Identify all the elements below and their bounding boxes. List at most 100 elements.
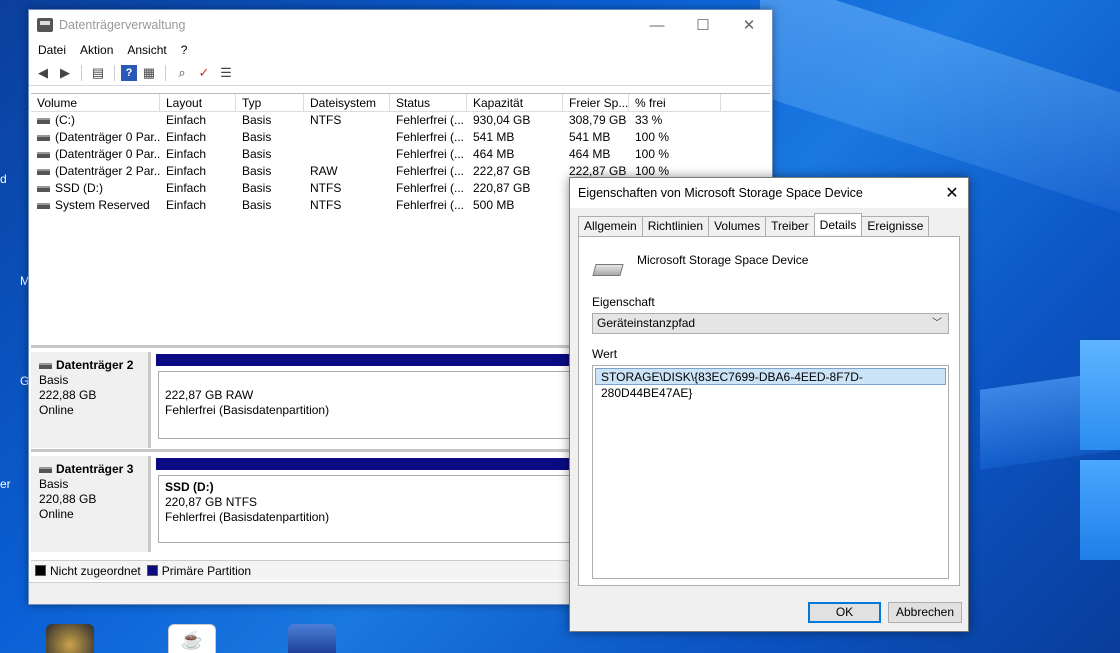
cell-dateisystem: NTFS [310, 198, 342, 212]
details-panel: Microsoft Storage Space Device Eigenscha… [578, 236, 960, 586]
cell-volume: System Reserved [31, 197, 160, 214]
cell-freier-speicher: 308,79 GB [569, 113, 627, 127]
desktop-icon-label-fragment[interactable]: d [0, 172, 7, 186]
tab-details[interactable]: Details [813, 213, 863, 235]
device-properties-dialog: Eigenschaften von Microsoft Storage Spac… [569, 177, 969, 632]
value-list[interactable]: STORAGE\DISK\{83EC7699-DBA6-4EED-8F7D-28… [592, 365, 949, 579]
forward-icon[interactable]: ▶ [55, 63, 75, 83]
table-row[interactable]: (Datenträger 0 Par... Einfach Basis Fehl… [31, 129, 770, 146]
wallpaper-light-beam [980, 370, 1120, 470]
drive-icon [37, 134, 50, 141]
cell-prozent-frei: 33 % [635, 113, 663, 127]
menu-help[interactable]: ? [174, 43, 195, 57]
cell-dateisystem: RAW [310, 164, 338, 178]
cell-layout: Einfach [166, 198, 207, 212]
column-header-prozent-frei[interactable]: % frei [629, 94, 721, 111]
disk-management-icon [37, 18, 53, 32]
menu-bar: Datei Aktion Ansicht ? [29, 40, 772, 60]
legend-swatch-unallocated [35, 565, 46, 576]
disk-type: Basis [39, 477, 69, 491]
close-button[interactable]: ✕ [726, 10, 772, 40]
disk-label[interactable]: Datenträger 2 Basis 222,88 GB Online [31, 352, 151, 448]
dialog-title: Eigenschaften von Microsoft Storage Spac… [578, 186, 863, 200]
column-header-typ[interactable]: Typ [236, 94, 304, 111]
cell-typ: Basis [242, 147, 272, 161]
column-header-status[interactable]: Status [390, 94, 467, 111]
column-header-layout[interactable]: Layout [160, 94, 236, 111]
property-selected-value: Geräteinstanzpfad [597, 316, 696, 330]
drive-icon [37, 202, 50, 209]
search-tool-icon[interactable] [288, 624, 336, 653]
connect-icon[interactable]: ⌕ [172, 63, 192, 83]
cell-typ: Basis [242, 113, 272, 127]
cell-volume: SSD (D:) [31, 180, 160, 197]
table-row[interactable]: (Datenträger 0 Par... Einfach Basis Fehl… [31, 146, 770, 163]
menu-datei[interactable]: Datei [31, 43, 73, 57]
disk-state: Online [39, 403, 74, 417]
league-of-legends-icon[interactable] [46, 624, 94, 653]
cancel-button[interactable]: Abbrechen [888, 602, 962, 623]
tab-richtlinien[interactable]: Richtlinien [641, 216, 710, 236]
disk-icon [39, 466, 52, 473]
help-icon[interactable]: ? [121, 64, 137, 81]
tab-volumes[interactable]: Volumes [708, 216, 767, 236]
cell-volume: (Datenträger 2 Par... [31, 163, 160, 180]
check-icon[interactable]: ✓ [194, 63, 214, 83]
cell-dateisystem [304, 129, 390, 146]
drive-icon [37, 168, 50, 175]
cell-layout: Einfach [166, 181, 207, 195]
desktop-icon-label-fragment[interactable]: er [0, 477, 11, 491]
list-icon[interactable]: ☰ [216, 63, 236, 83]
console-tree-icon[interactable]: ▤ [88, 63, 108, 83]
drive-icon [37, 185, 50, 192]
cell-freier-speicher: 464 MB [569, 147, 611, 161]
menu-aktion[interactable]: Aktion [73, 43, 120, 57]
cell-status: Fehlerfrei (... [396, 113, 465, 127]
minimize-button[interactable]: — [634, 10, 680, 40]
cell-volume: (Datenträger 0 Par... [31, 129, 160, 146]
cell-dateisystem: NTFS [310, 181, 342, 195]
tab-treiber[interactable]: Treiber [765, 216, 815, 236]
menu-ansicht[interactable]: Ansicht [120, 43, 173, 57]
cell-layout: Einfach [166, 130, 207, 144]
device-name: Microsoft Storage Space Device [637, 253, 809, 267]
legend-swatch-primary [146, 565, 158, 576]
legend-unallocated: Nicht zugeordnet [50, 563, 141, 578]
property-label: Eigenschaft [592, 295, 655, 309]
column-header-freier-speicher[interactable]: Freier Sp... [563, 94, 629, 111]
tab-allgemein[interactable]: Allgemein [578, 216, 643, 236]
property-dropdown[interactable]: Geräteinstanzpfad ﹀ [592, 313, 949, 334]
disk-type: Basis [39, 373, 69, 387]
back-icon[interactable]: ◀ [33, 63, 53, 83]
cell-kapazitaet: 220,87 GB [473, 181, 531, 195]
column-header-volume[interactable]: Volume [31, 94, 160, 111]
toolbar-separator [165, 64, 166, 81]
ok-button[interactable]: OK [808, 602, 881, 623]
tab-ereignisse[interactable]: Ereignisse [861, 216, 930, 236]
cell-layout: Einfach [166, 164, 207, 178]
column-header-kapazitaet[interactable]: Kapazität [467, 94, 563, 111]
value-list-item[interactable]: STORAGE\DISK\{83EC7699-DBA6-4EED-8F7D-28… [595, 368, 946, 400]
legend-primary: Primäre Partition [161, 563, 252, 578]
cell-typ: Basis [242, 130, 272, 144]
disk-state: Online [39, 507, 74, 521]
cell-prozent-frei: 100 % [635, 147, 670, 161]
cell-kapazitaet: 930,04 GB [473, 113, 531, 127]
table-row[interactable]: (C:) Einfach Basis NTFS Fehlerfrei (... … [31, 112, 770, 129]
title-bar: Datenträgerverwaltung — ☐ ✕ [29, 10, 772, 40]
tab-strip: Allgemein Richtlinien Volumes Treiber De… [578, 213, 930, 236]
cell-typ: Basis [242, 164, 272, 178]
storage-device-icon [592, 264, 624, 276]
cell-layout: Einfach [166, 113, 207, 127]
maximize-button[interactable]: ☐ [680, 10, 726, 40]
chevron-down-icon: ﹀ [932, 318, 942, 329]
java-icon[interactable]: ☕ [168, 624, 216, 653]
dialog-close-button[interactable]: ✕ [936, 183, 968, 203]
cell-status: Fehlerfrei (... [396, 198, 465, 212]
properties-icon[interactable]: ▦ [139, 63, 159, 83]
cell-dateisystem [304, 146, 390, 163]
column-header-dateisystem[interactable]: Dateisystem [304, 94, 390, 111]
disk-label[interactable]: Datenträger 3 Basis 220,88 GB Online [31, 456, 151, 552]
toolbar: ◀ ▶ ▤ ? ▦ ⌕ ✓ ☰ [29, 60, 772, 86]
dialog-title-bar: Eigenschaften von Microsoft Storage Spac… [570, 178, 968, 208]
